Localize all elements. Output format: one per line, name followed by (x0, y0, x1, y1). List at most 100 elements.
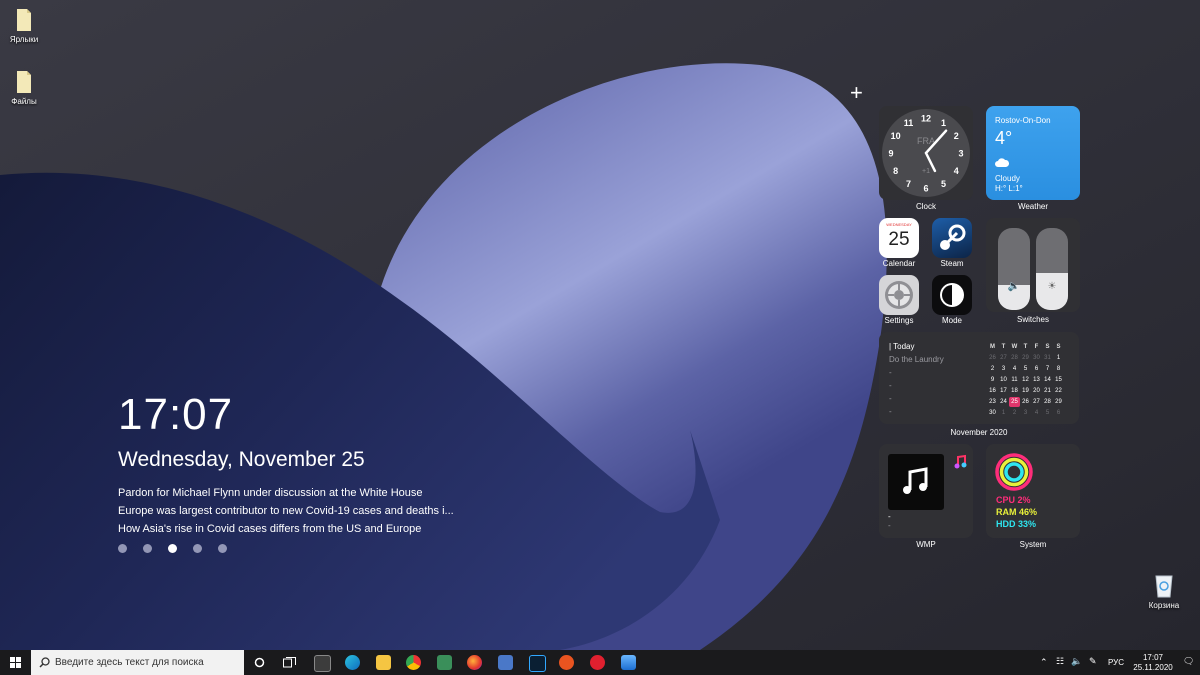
chrome-icon[interactable] (406, 655, 421, 670)
page-dot[interactable] (193, 544, 202, 553)
calendar-app[interactable]: WEDNESDAY 25 (879, 218, 919, 258)
wmp-label: WMP (916, 540, 936, 549)
taskbar-search-box[interactable]: Введите здесь текст для поиска (31, 650, 244, 675)
calendar-day-cell[interactable]: 6 (1053, 408, 1064, 418)
news-item[interactable]: How Asia's rise in Covid cases differs f… (118, 520, 454, 538)
app-icon[interactable] (498, 655, 513, 670)
calendar-day-cell[interactable]: 15 (1053, 375, 1064, 385)
clock-numeral: 11 (904, 118, 914, 128)
calendar-day-cell[interactable]: 12 (1020, 375, 1031, 385)
calendar-day-cell[interactable]: 4 (1031, 408, 1042, 418)
network-icon[interactable]: ☷ (1056, 656, 1064, 667)
calendar-day-cell[interactable]: 29 (1053, 397, 1064, 407)
volume-icon[interactable]: 🔈 (1071, 656, 1082, 667)
calendar-day-cell[interactable]: 10 (998, 375, 1009, 385)
calendar-day-cell[interactable]: 9 (987, 375, 998, 385)
calendar-day-cell[interactable]: 7 (1042, 364, 1053, 374)
opera-icon[interactable] (590, 655, 605, 670)
clock-offset: +1 (922, 168, 930, 175)
app-icon[interactable] (437, 655, 452, 670)
news-item[interactable]: Europe was largest contributor to new Co… (118, 502, 454, 520)
calendar-day-cell[interactable]: 2 (987, 364, 998, 374)
settings-app[interactable] (879, 275, 919, 315)
calendar-day-cell[interactable]: 28 (1042, 397, 1053, 407)
sun-icon: ☀ (1047, 281, 1057, 292)
calendar-day-cell[interactable]: 30 (1031, 353, 1042, 363)
calendar-day-cell[interactable]: 27 (1031, 397, 1042, 407)
calendar-day-cell[interactable]: 3 (1020, 408, 1031, 418)
calendar-day-cell[interactable]: 31 (1042, 353, 1053, 363)
system-label: System (1019, 540, 1047, 549)
page-dot[interactable] (143, 544, 152, 553)
calendar-day-cell[interactable]: 23 (987, 397, 998, 407)
page-dot[interactable] (218, 544, 227, 553)
task-view-icon[interactable] (283, 657, 296, 668)
desktop-icon-shortcuts[interactable]: Ярлыки (0, 8, 52, 44)
calendar-day-cell[interactable]: 5 (1020, 364, 1031, 374)
desktop-icon-recycle-bin[interactable]: Корзина (1136, 572, 1192, 610)
calendar-day-cell[interactable]: 3 (998, 364, 1009, 374)
firefox-icon[interactable] (467, 655, 482, 670)
calendar-grid: M T W T F S S 26 27 28 29 30 31 1 2 3 4 5 6 7 8 9 10 11 12 13 14 15… (987, 342, 1064, 418)
system-widget[interactable]: CPU 2% RAM 46% HDD 33% (986, 444, 1080, 538)
calendar-day-cell[interactable]: 21 (1042, 386, 1053, 396)
windows-start-icon[interactable] (10, 657, 21, 668)
ubuntu-icon[interactable] (559, 655, 574, 670)
page-indicator (118, 544, 227, 553)
photoshop-icon[interactable] (529, 655, 546, 672)
cortana-icon[interactable] (254, 657, 265, 668)
news-item[interactable]: Pardon for Michael Flynn under discussio… (118, 484, 454, 502)
notification-icon[interactable]: 🗨 (1183, 656, 1194, 667)
taskbar-time: 17:07 (1142, 653, 1164, 662)
calendar-day-cell[interactable]: 20 (1031, 386, 1042, 396)
calendar-day-cell[interactable]: 8 (1053, 364, 1064, 374)
calendar-day-cell[interactable]: 26 (987, 353, 998, 363)
add-widget-button[interactable]: + (850, 80, 863, 106)
calendar-day-cell[interactable]: 26 (1020, 397, 1031, 407)
calendar-day-cell[interactable]: 2 (1009, 408, 1020, 418)
task-placeholder: - (889, 381, 892, 390)
page-dot[interactable] (168, 544, 177, 553)
month-calendar-widget[interactable]: | Today Do the Laundry - - - - M T W T F S S 26… (879, 332, 1079, 424)
calendar-day-cell[interactable]: 1 (998, 408, 1009, 418)
calendar-day-cell[interactable]: 1 (1053, 353, 1064, 363)
clock-numeral: 6 (923, 184, 928, 194)
steam-app[interactable] (932, 218, 972, 258)
calendar-day-cell[interactable]: 19 (1020, 386, 1031, 396)
calendar-day-cell[interactable]: 11 (1009, 375, 1020, 385)
calendar-day-cell[interactable]: 25 (1009, 397, 1020, 407)
calendar-day-cell[interactable]: 27 (998, 353, 1009, 363)
calendar-day-cell[interactable]: 17 (998, 386, 1009, 396)
terminal-icon[interactable] (314, 655, 331, 672)
language-indicator[interactable]: РУС (1108, 658, 1124, 667)
weather-widget[interactable]: Rostov-On-Don 4° Cloudy H:° L:1° (986, 106, 1080, 200)
calendar-day-cell[interactable]: 22 (1053, 386, 1064, 396)
pen-icon[interactable]: ✎ (1089, 656, 1097, 667)
mode-app[interactable] (932, 275, 972, 315)
chevron-up-icon[interactable]: ⌃ (1040, 657, 1048, 668)
file-explorer-icon[interactable] (376, 655, 391, 670)
analog-clock: FRA +1 12 1234567891011 (882, 109, 970, 197)
calendar-day-cell[interactable]: 13 (1031, 375, 1042, 385)
wmp-widget[interactable]: - - (879, 444, 973, 538)
clock-widget[interactable]: FRA +1 12 1 2 3 4 5 6 7 8 9 10 11 (879, 106, 973, 200)
calendar-day-cell[interactable]: 14 (1042, 375, 1053, 385)
volume-slider[interactable]: 🔈 (998, 228, 1030, 310)
photos-icon[interactable] (621, 655, 636, 670)
page-dot[interactable] (118, 544, 127, 553)
calendar-day-cell[interactable]: 24 (998, 397, 1009, 407)
calendar-day-cell[interactable]: 16 (987, 386, 998, 396)
task-item[interactable]: Do the Laundry (889, 355, 944, 364)
calendar-day-cell[interactable]: 28 (1009, 353, 1020, 363)
brightness-slider[interactable]: ☀ (1036, 228, 1068, 310)
calendar-day-cell[interactable]: 6 (1031, 364, 1042, 374)
lock-date: Wednesday, November 25 (118, 448, 365, 471)
desktop-icon-files[interactable]: Файлы (0, 70, 52, 106)
calendar-day-cell[interactable]: 4 (1009, 364, 1020, 374)
calendar-day-cell[interactable]: 5 (1042, 408, 1053, 418)
calendar-day-cell[interactable]: 29 (1020, 353, 1031, 363)
taskbar-clock[interactable]: 17:07 25.11.2020 (1133, 653, 1173, 673)
edge-icon[interactable] (345, 655, 360, 670)
calendar-day-cell[interactable]: 18 (1009, 386, 1020, 396)
calendar-day-cell[interactable]: 30 (987, 408, 998, 418)
